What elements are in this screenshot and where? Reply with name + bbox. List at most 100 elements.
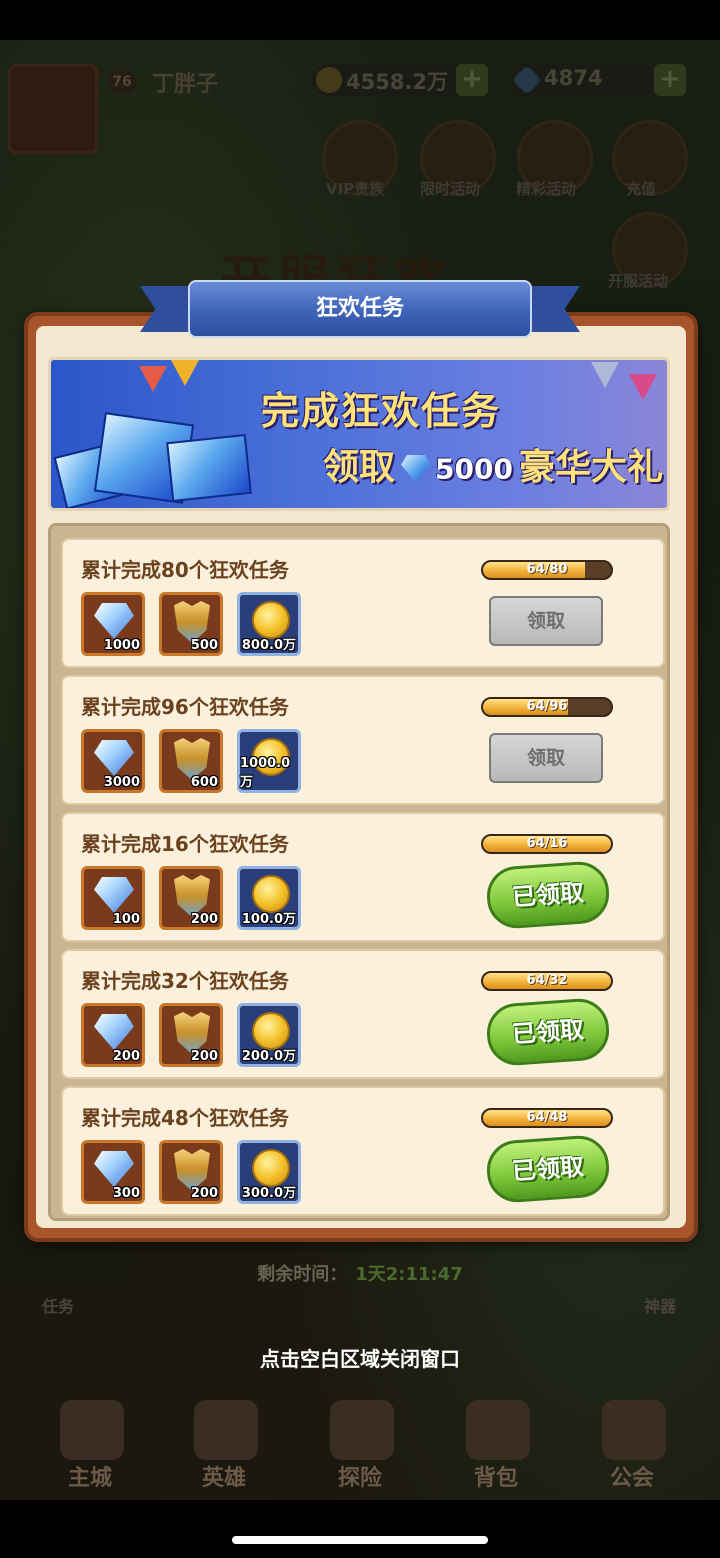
banner-headline: 完成狂欢任务 bbox=[261, 389, 502, 433]
gem-pile-icon bbox=[53, 408, 279, 508]
guild-icon bbox=[602, 1400, 666, 1460]
ribbon-body: 狂欢任务 bbox=[188, 280, 532, 338]
gem-icon bbox=[401, 455, 432, 483]
progress-bar: 64/96 bbox=[481, 697, 613, 717]
task-row: 累计完成32个狂欢任务 200 200 200.0万 64/32 已领取 bbox=[61, 949, 665, 1079]
reward-qty: 200 bbox=[190, 1049, 218, 1064]
reward-qty: 100.0万 bbox=[241, 912, 296, 927]
reward-qty: 500 bbox=[190, 638, 218, 653]
progress-text: 64/96 bbox=[526, 699, 568, 714]
reward-shield[interactable]: 200 bbox=[159, 1003, 223, 1067]
reward-qty: 200.0万 bbox=[241, 1049, 296, 1064]
nav-label: 主城 bbox=[67, 1466, 112, 1491]
reward-coin[interactable]: 300.0万 bbox=[237, 1140, 301, 1204]
pennant-flag bbox=[171, 360, 199, 386]
banner-amount: 5000 bbox=[435, 452, 513, 486]
nav-main-city[interactable]: 主城 bbox=[30, 1400, 150, 1500]
reward-qty: 300.0万 bbox=[241, 1186, 296, 1201]
reward-qty: 200 bbox=[112, 1049, 140, 1064]
progress-bar: 64/16 bbox=[481, 834, 613, 854]
reward-qty: 300 bbox=[112, 1186, 140, 1201]
reward-coin[interactable]: 1000.0万 bbox=[237, 729, 301, 793]
progress-text: 64/16 bbox=[526, 836, 568, 851]
nav-label: 背包 bbox=[473, 1466, 518, 1491]
task-title: 累计完成96个狂欢任务 bbox=[81, 695, 289, 719]
task-title: 累计完成48个狂欢任务 bbox=[81, 1106, 289, 1130]
progress-bar: 64/48 bbox=[481, 1108, 613, 1128]
reward-shield[interactable]: 200 bbox=[159, 1140, 223, 1204]
reward-qty: 1000 bbox=[103, 638, 140, 653]
gem-icon bbox=[94, 877, 134, 913]
progress-bar: 64/80 bbox=[481, 560, 613, 580]
bottom-nav: 主城 英雄 探险 背包 公会 bbox=[0, 1400, 720, 1500]
claim-button[interactable]: 领取 bbox=[489, 596, 603, 646]
reward-shield[interactable]: 200 bbox=[159, 866, 223, 930]
hero-icon bbox=[194, 1400, 258, 1460]
nav-heroes[interactable]: 英雄 bbox=[164, 1400, 284, 1500]
nav-explore[interactable]: 探险 bbox=[300, 1400, 420, 1500]
remaining-time: 剩余时间： 1天2:11:47 bbox=[0, 1260, 720, 1286]
reward-qty: 600 bbox=[190, 775, 218, 790]
shield-icon bbox=[174, 1149, 210, 1191]
task-row: 累计完成96个狂欢任务 3000 600 1000.0万 64/96 领取 bbox=[61, 675, 665, 805]
task-row: 累计完成48个狂欢任务 300 200 300.0万 64/48 已领取 bbox=[61, 1086, 665, 1216]
gem-icon bbox=[94, 603, 134, 639]
shield-icon bbox=[174, 875, 210, 917]
claimed-stamp: 已领取 bbox=[484, 1133, 612, 1205]
shield-icon bbox=[174, 601, 210, 643]
reward-coin[interactable]: 800.0万 bbox=[237, 592, 301, 656]
progress-text: 64/80 bbox=[526, 562, 568, 577]
reward-gem[interactable]: 300 bbox=[81, 1140, 145, 1204]
banner-claim-text: 领取 bbox=[323, 447, 396, 488]
reward-qty: 800.0万 bbox=[241, 638, 296, 653]
reward-coin[interactable]: 100.0万 bbox=[237, 866, 301, 930]
progress-text: 64/48 bbox=[526, 1110, 568, 1125]
backpack-icon bbox=[466, 1400, 530, 1460]
reward-qty: 200 bbox=[190, 1186, 218, 1201]
reward-gem[interactable]: 100 bbox=[81, 866, 145, 930]
progress-bar: 64/32 bbox=[481, 971, 613, 991]
side-artifact-label[interactable]: 神器 bbox=[644, 1293, 676, 1317]
reward-qty: 3000 bbox=[103, 775, 140, 790]
gem-icon bbox=[94, 740, 134, 776]
reward-qty: 1000.0万 bbox=[240, 756, 291, 790]
modal-title-ribbon: 狂欢任务 bbox=[140, 280, 580, 338]
gem-icon bbox=[94, 1014, 134, 1050]
pennant-flag bbox=[629, 374, 657, 400]
reward-coin[interactable]: 200.0万 bbox=[237, 1003, 301, 1067]
pennant-flag bbox=[591, 362, 619, 388]
task-row: 累计完成16个狂欢任务 100 200 100.0万 64/16 已领取 bbox=[61, 812, 665, 942]
banner-subline: 领取 5000 豪华大礼 bbox=[323, 438, 663, 490]
task-list[interactable]: 累计完成80个狂欢任务 1000 500 800.0万 64/80 领取 累计完… bbox=[48, 523, 670, 1221]
banner-gift-text: 豪华大礼 bbox=[518, 447, 663, 488]
nav-label: 探险 bbox=[337, 1466, 382, 1491]
pennant-flag bbox=[139, 366, 167, 392]
reward-shield[interactable]: 500 bbox=[159, 592, 223, 656]
nav-label: 英雄 bbox=[201, 1466, 246, 1491]
close-hint[interactable]: 点击空白区域关闭窗口 bbox=[0, 1343, 720, 1372]
reward-banner: 完成狂欢任务 领取 5000 豪华大礼 bbox=[48, 357, 670, 511]
reward-gem[interactable]: 1000 bbox=[81, 592, 145, 656]
reward-qty: 200 bbox=[190, 912, 218, 927]
reward-shield[interactable]: 600 bbox=[159, 729, 223, 793]
reward-gem[interactable]: 3000 bbox=[81, 729, 145, 793]
task-title: 累计完成80个狂欢任务 bbox=[81, 558, 289, 582]
modal-title: 狂欢任务 bbox=[315, 296, 404, 321]
shield-icon bbox=[174, 1012, 210, 1054]
reward-gem[interactable]: 200 bbox=[81, 1003, 145, 1067]
gem-icon bbox=[94, 1151, 134, 1187]
timer-label: 剩余时间： bbox=[257, 1264, 348, 1285]
claimed-stamp: 已领取 bbox=[484, 859, 612, 931]
reward-qty: 100 bbox=[112, 912, 140, 927]
portal-icon bbox=[330, 1400, 394, 1460]
nav-guild[interactable]: 公会 bbox=[572, 1400, 692, 1500]
nav-backpack[interactable]: 背包 bbox=[436, 1400, 556, 1500]
task-title: 累计完成32个狂欢任务 bbox=[81, 969, 289, 993]
task-title: 累计完成16个狂欢任务 bbox=[81, 832, 289, 856]
claim-button[interactable]: 领取 bbox=[489, 733, 603, 783]
shield-icon bbox=[174, 738, 210, 780]
progress-text: 64/32 bbox=[526, 973, 568, 988]
side-task-label[interactable]: 任务 bbox=[42, 1293, 74, 1317]
home-indicator[interactable] bbox=[232, 1536, 488, 1544]
castle-icon bbox=[60, 1400, 124, 1460]
